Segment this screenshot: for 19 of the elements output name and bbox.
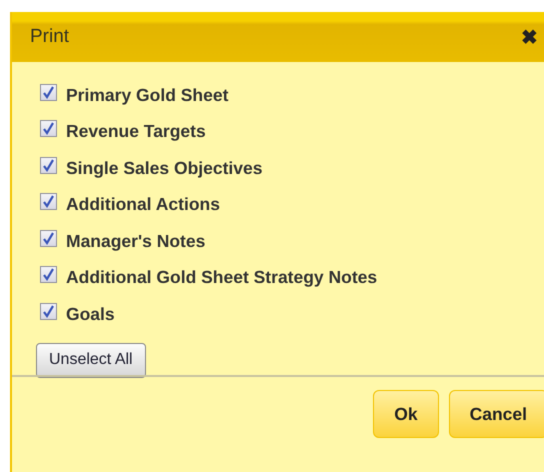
option-label: Goals [66, 304, 115, 325]
checkbox[interactable] [40, 156, 57, 174]
checkbox[interactable] [40, 120, 57, 138]
option-label: Revenue Targets [66, 121, 206, 142]
close-button[interactable]: ✖ [521, 24, 538, 50]
checkbox[interactable] [40, 266, 57, 284]
unselect-all-button[interactable]: Unselect All [36, 342, 146, 378]
checkbox[interactable] [40, 193, 57, 210]
option-label: Primary Gold Sheet [66, 84, 228, 106]
checkbox[interactable] [40, 230, 57, 247]
option-label: Additional Actions [66, 194, 220, 216]
option-label: Single Sales Objectives [66, 158, 262, 179]
checkbox[interactable] [40, 84, 57, 101]
checkbox[interactable] [40, 302, 57, 320]
option-label: Manager's Notes [66, 230, 206, 252]
option-label: Additional Gold Sheet Strategy Notes [66, 267, 378, 288]
window-title: Print [30, 26, 70, 48]
dialog-button[interactable]: Ok [373, 390, 439, 438]
dialog-button[interactable]: Cancel [448, 390, 544, 438]
